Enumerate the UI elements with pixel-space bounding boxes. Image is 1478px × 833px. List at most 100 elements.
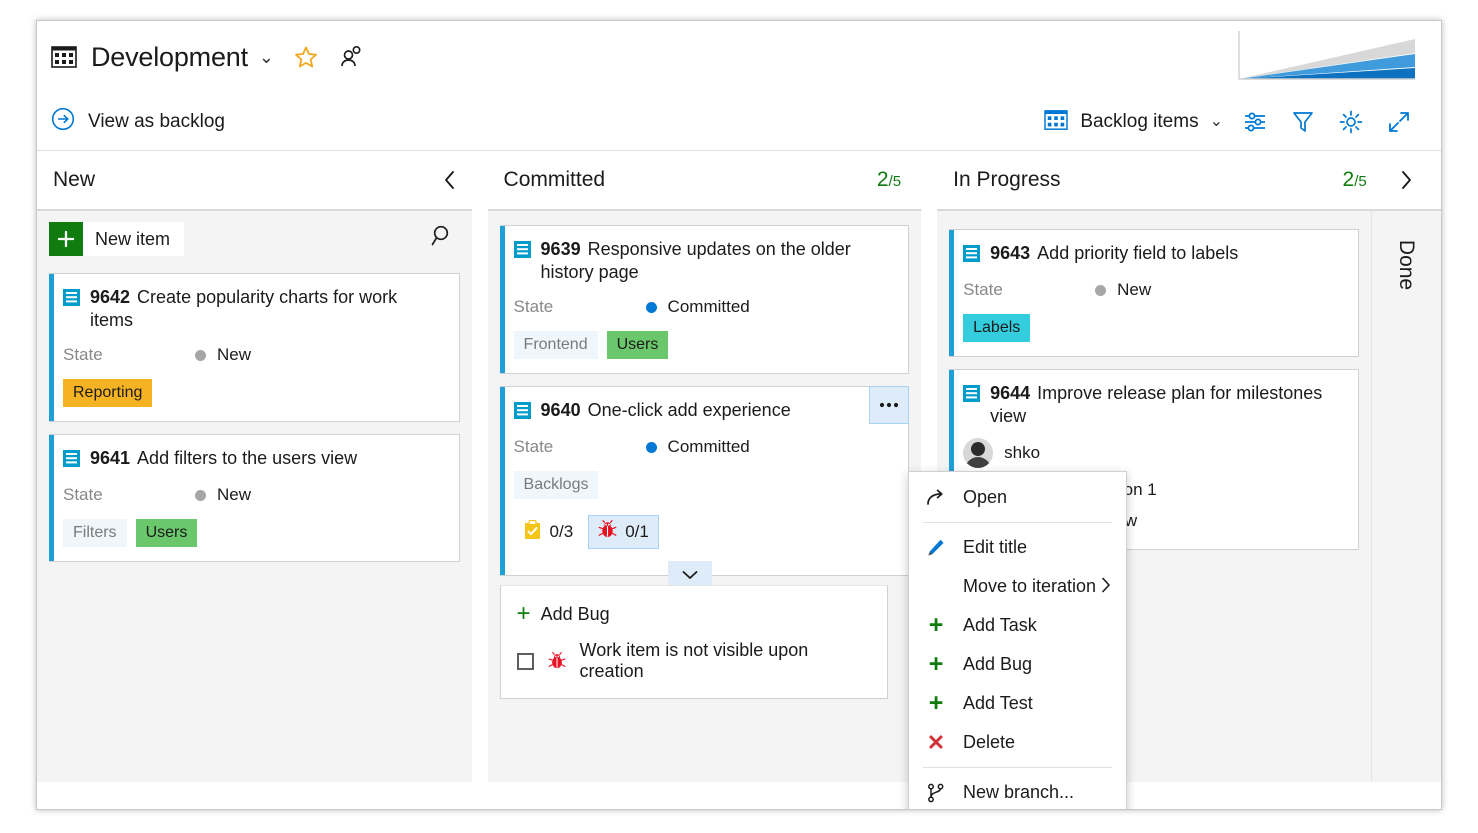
card-9641[interactable]: 9641 Add filters to the users view State … bbox=[49, 434, 460, 563]
chevron-left-icon[interactable] bbox=[428, 158, 472, 202]
tag[interactable]: Users bbox=[135, 519, 198, 548]
context-menu-item-new-branch[interactable]: New branch... bbox=[909, 773, 1126, 809]
submenu-chevron-right-icon bbox=[1100, 576, 1112, 598]
people-icon[interactable] bbox=[340, 45, 363, 69]
column-body-committed: 9639 Responsive updates on the older hist… bbox=[487, 209, 922, 782]
configure-sliders-icon[interactable] bbox=[1231, 102, 1279, 142]
cumulative-flow-chart-thumbnail[interactable] bbox=[1229, 27, 1417, 89]
not-visible-label: Work item is not visible upon creation bbox=[579, 640, 809, 681]
card-state-field: State Committed bbox=[514, 297, 895, 317]
wip-total: /5 bbox=[888, 173, 902, 190]
gear-icon[interactable] bbox=[1327, 102, 1375, 142]
context-menu-label: Edit title bbox=[963, 537, 1028, 557]
card-title-row: 9640 One-click add experience bbox=[513, 399, 895, 424]
context-menu-label: Delete bbox=[963, 732, 1016, 752]
plus-icon: + bbox=[928, 689, 944, 717]
card-tags: Frontend Users bbox=[513, 331, 895, 360]
state-value: New bbox=[217, 485, 252, 505]
status-badge bbox=[195, 349, 206, 361]
tag[interactable]: Users bbox=[606, 331, 669, 360]
open-arrow-icon bbox=[923, 488, 949, 508]
card-title-row: 9641 Add filters to the users view bbox=[63, 447, 445, 472]
new-item-label: New item bbox=[95, 228, 171, 249]
bug-badge[interactable]: 0/1 bbox=[588, 515, 659, 550]
context-menu-item-move-to-iteration[interactable]: Move to iteration bbox=[909, 567, 1126, 606]
context-menu-item-delete[interactable]: ✕ Delete bbox=[909, 723, 1126, 762]
add-bug-panel: + Add Bug Work item is not visible upon … bbox=[499, 585, 888, 699]
column-body-new: New item 9642 Create popularity charts f… bbox=[37, 209, 472, 782]
column-header-done bbox=[1370, 151, 1441, 209]
card-title: Responsive updates on the older history … bbox=[540, 239, 851, 283]
board-column-new: New New item 9642 Create popularity char… bbox=[37, 151, 472, 782]
backlog-item-icon bbox=[513, 402, 531, 424]
board-grid-icon bbox=[51, 45, 77, 69]
card-id: 9642 bbox=[90, 287, 131, 307]
card-title: One-click add experience bbox=[587, 400, 791, 421]
card-id: 9643 bbox=[990, 243, 1031, 263]
context-menu-item-add-test[interactable]: + Add Test bbox=[909, 684, 1126, 723]
card-title-row: 9642 Create popularity charts for work it… bbox=[63, 286, 445, 332]
backlog-item-icon bbox=[963, 385, 981, 407]
card-state-field: State New bbox=[963, 280, 1344, 300]
context-menu-item-open[interactable]: Open bbox=[909, 478, 1126, 517]
wip-total: /5 bbox=[1354, 173, 1367, 190]
card-9642[interactable]: 9642 Create popularity charts for work it… bbox=[49, 273, 460, 423]
card-9640[interactable]: 9640 One-click add experience State Commi… bbox=[499, 386, 910, 590]
view-as-backlog-button[interactable]: View as backlog bbox=[51, 107, 225, 136]
column-title: In Progress bbox=[953, 168, 1061, 191]
card-9643[interactable]: 9643 Add priority field to labels State N… bbox=[949, 229, 1359, 357]
state-label: State bbox=[63, 485, 103, 505]
card-tags: Reporting bbox=[63, 379, 445, 408]
tag[interactable]: Labels bbox=[963, 314, 1031, 342]
tag[interactable]: Frontend bbox=[513, 331, 598, 360]
tag[interactable]: Backlogs bbox=[513, 471, 599, 500]
view-as-backlog-label: View as backlog bbox=[88, 110, 225, 132]
delete-x-icon: ✕ bbox=[926, 729, 946, 755]
board-toolbar: View as backlog Backlog items ⌄ bbox=[37, 93, 1441, 151]
tag[interactable]: Filters bbox=[63, 519, 127, 548]
wip-count: 2/5 bbox=[877, 168, 901, 192]
backlog-items-chevron-down-icon: ⌄ bbox=[1209, 113, 1223, 130]
chevron-right-icon[interactable] bbox=[1384, 158, 1428, 202]
fullscreen-expand-icon[interactable] bbox=[1375, 102, 1423, 142]
bug-icon bbox=[598, 520, 617, 544]
menu-separator bbox=[923, 767, 1112, 768]
card-title: Improve release plan for milestones view bbox=[990, 383, 1323, 427]
card-id: 9644 bbox=[990, 383, 1031, 403]
add-bug-button[interactable]: + Add Bug bbox=[501, 598, 887, 630]
card-tags: Backlogs bbox=[513, 471, 895, 500]
column-title: Done bbox=[1395, 239, 1419, 291]
new-item-button[interactable]: New item bbox=[49, 222, 185, 256]
plus-icon bbox=[49, 222, 83, 256]
menu-separator bbox=[923, 522, 1112, 523]
context-menu-item-add-task[interactable]: + Add Task bbox=[909, 606, 1126, 645]
wip-current: 2 bbox=[876, 168, 889, 191]
search-icon[interactable] bbox=[430, 223, 456, 254]
arrow-circle-right-icon bbox=[51, 107, 75, 136]
context-menu-item-add-bug[interactable]: + Add Bug bbox=[909, 645, 1126, 684]
bug-count: 0/1 bbox=[625, 522, 649, 542]
not-visible-checkbox[interactable] bbox=[516, 652, 534, 670]
context-menu-label: Add Bug bbox=[963, 654, 1033, 674]
filter-funnel-icon[interactable] bbox=[1279, 102, 1327, 142]
backlog-items-selector[interactable]: Backlog items ⌄ bbox=[1036, 109, 1231, 136]
column-body-done[interactable]: Done bbox=[1370, 209, 1441, 782]
task-clipboard-icon bbox=[523, 519, 542, 545]
card-title-row: 9639 Responsive updates on the older hist… bbox=[513, 238, 895, 284]
context-menu-item-edit-title[interactable]: Edit title bbox=[909, 528, 1126, 567]
status-badge bbox=[645, 301, 657, 313]
card-tags: Filters Users bbox=[63, 519, 445, 548]
tag[interactable]: Reporting bbox=[63, 379, 153, 408]
card-9639[interactable]: 9639 Responsive updates on the older hist… bbox=[499, 225, 910, 375]
board-title-chevron-down-icon[interactable]: ⌄ bbox=[259, 48, 274, 66]
state-value: Committed bbox=[667, 437, 750, 457]
column-title: New bbox=[53, 168, 96, 191]
star-icon[interactable] bbox=[294, 45, 318, 69]
task-badge[interactable]: 0/3 bbox=[514, 516, 583, 549]
add-bug-label: Add Bug bbox=[540, 603, 610, 624]
bug-icon bbox=[548, 652, 566, 670]
context-menu-label: Move to iteration bbox=[963, 576, 1097, 596]
state-value: New bbox=[1117, 280, 1152, 299]
not-visible-checkbox-row[interactable]: Work item is not visible upon creation bbox=[501, 636, 887, 686]
card-ellipsis-icon[interactable] bbox=[869, 386, 910, 425]
